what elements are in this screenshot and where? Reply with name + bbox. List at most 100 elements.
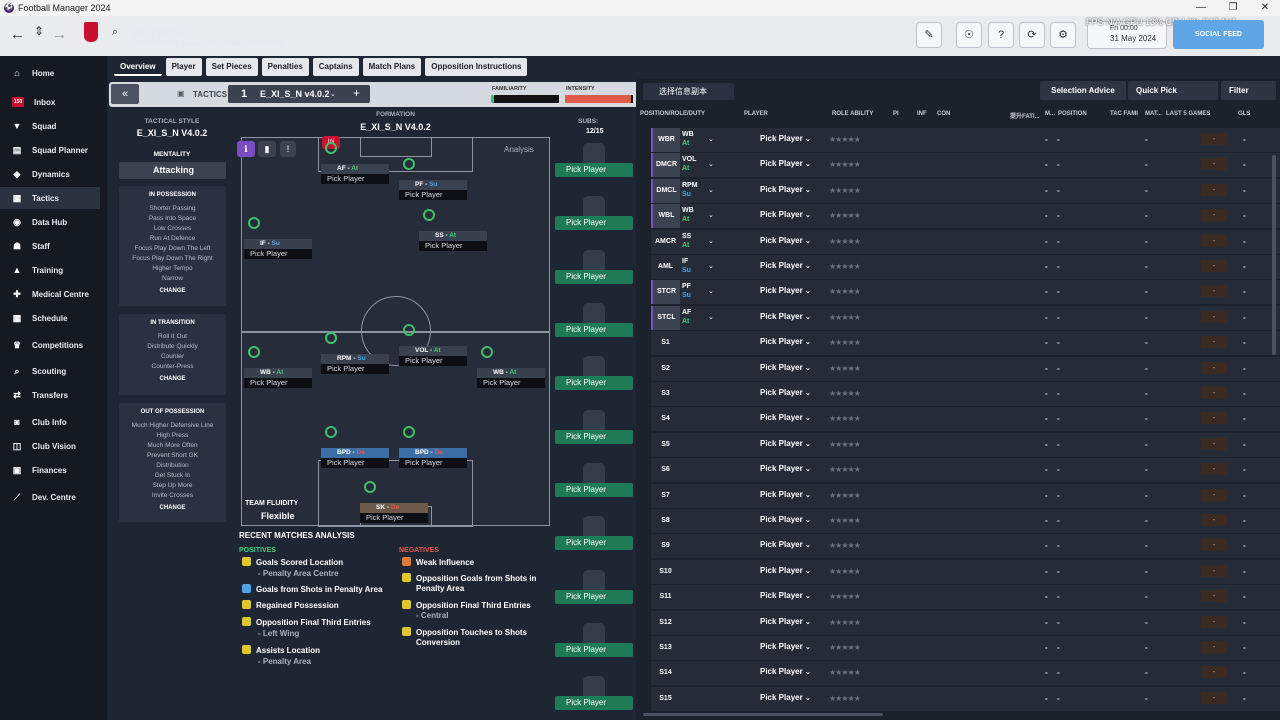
formation-name[interactable]: E_XI_S_N V4.0.2 [241,122,550,132]
sidebar-item-inbox[interactable]: 150 Inbox [0,91,100,113]
help-icon[interactable]: ? [988,22,1014,48]
column-header[interactable]: POSITION/ROLE/DUTY [640,111,705,117]
pick-player-select[interactable]: Pick Player [477,378,545,388]
tab-match-plans[interactable]: Match Plans [362,58,422,76]
sub-pick-player-select[interactable]: Pick Player [555,483,633,497]
analysis-link[interactable]: Analysis [504,145,534,154]
sidebar-item-club-vision[interactable]: ◫ Club Vision [0,435,100,457]
change-button[interactable]: CHANGE [119,505,226,511]
sidebar-item-dev-centre[interactable]: ⟋ Dev. Centre [0,486,100,508]
pick-player-select[interactable]: Pick Player ⌄ [760,667,811,676]
column-header[interactable]: ROLE ABILITY [832,111,873,117]
sidebar-item-transfers[interactable]: ⇄ Transfers [0,384,100,406]
pick-player-select[interactable]: Pick Player ⌄ [760,490,811,499]
search-icon[interactable]: ⌕ [112,26,118,39]
player-info-icon[interactable]: ℹ [237,141,255,157]
role-duty[interactable]: PF Su [682,282,691,300]
selection-row[interactable]: S8 Pick Player ⌄ ★★★★★ - - - - - [651,509,1280,533]
pick-player-select[interactable]: Pick Player [244,378,312,388]
selection-row[interactable]: WBL WB At ⌄ Pick Player ⌄ ★★★★★ - - - - - [651,204,1280,229]
forward-arrow-icon[interactable]: → [52,26,67,43]
column-header[interactable]: M... [1045,111,1055,117]
role-chevron-icon[interactable]: ⌄ [708,287,714,295]
tactic-dropdown-chevron-icon[interactable]: ⌄ [330,90,336,98]
selection-row[interactable]: STCL AF At ⌄ Pick Player ⌄ ★★★★★ - - - - - [651,305,1280,330]
sidebar-item-finances[interactable]: ▣ Finances [0,459,100,481]
pick-player-select[interactable]: Pick Player [321,174,389,184]
pick-player-select[interactable]: Pick Player ⌄ [760,312,811,321]
position-wb-left[interactable]: WB - At Pick Player [244,346,312,388]
column-header[interactable]: PI [893,111,899,117]
negative-item[interactable]: Opposition Goals from Shots in [402,573,536,583]
column-header[interactable]: CON [937,111,950,117]
pick-player-select[interactable]: Pick Player ⌄ [760,413,811,422]
sub-pick-player-select[interactable]: Pick Player [555,376,633,390]
sidebar-item-staff[interactable]: ☗ Staff [0,235,100,257]
sub-pick-player-select[interactable]: Pick Player [555,270,633,284]
edit-pen-icon[interactable]: ✎ [916,22,942,48]
sidebar-item-scouting[interactable]: ⌕ Scouting [0,360,100,382]
sidebar-item-training[interactable]: ▲ Training [0,259,100,281]
pick-player-select[interactable]: Pick Player ⌄ [760,515,811,524]
tab-player[interactable]: Player [165,58,202,76]
role-duty[interactable]: VOL At [682,155,696,173]
sidebar-item-competitions[interactable]: ♛ Competitions [0,334,100,356]
column-header[interactable]: MAT... [1145,111,1162,117]
sidebar-item-club-info[interactable]: ◙ Club Info [0,411,100,433]
pick-player-select[interactable]: Pick Player ⌄ [760,337,811,346]
refresh-icon[interactable]: ⟳ [1019,22,1045,48]
mentality-dropdown[interactable]: Attacking [119,162,226,179]
selection-row[interactable]: S6 Pick Player ⌄ ★★★★★ - - - - - [651,458,1280,483]
selection-row[interactable]: S1 Pick Player ⌄ ★★★★★ - - - - - [651,331,1280,356]
role-chevron-icon[interactable]: ⌄ [708,135,714,143]
selection-row[interactable]: STCR PF Su ⌄ Pick Player ⌄ ★★★★★ - - - - - [651,280,1280,305]
out-of-possession-panel[interactable]: OUT OF POSSESSION Much Higher Defensive … [119,403,226,522]
selection-row[interactable]: S2 Pick Player ⌄ ★★★★★ - - - - - [651,356,1280,381]
pick-player-select[interactable]: Pick Player ⌄ [760,439,811,448]
positive-item[interactable]: Goals Scored Location [242,557,343,567]
view-selector[interactable]: 选择信息副本 [643,83,734,100]
selection-row[interactable]: S12 Pick Player ⌄ ★★★★★ - - - - - [651,610,1280,635]
role-duty[interactable]: IF Su [682,257,691,275]
selection-row[interactable]: S13 Pick Player ⌄ ★★★★★ - - - - - [651,636,1280,660]
close-button[interactable]: ✕ [1250,0,1280,16]
column-header[interactable]: PLAYER [744,111,768,117]
positive-item[interactable]: Regained Possession [242,600,339,610]
pick-player-select[interactable]: Pick Player [321,364,389,374]
warning-icon[interactable]: ! [280,141,296,157]
sidebar-item-medical-centre[interactable]: ✚ Medical Centre [0,283,100,305]
sub-pick-player-select[interactable]: Pick Player [555,323,633,337]
role-chevron-icon[interactable]: ⌄ [708,186,714,194]
selection-row[interactable]: S5 Pick Player ⌄ ★★★★★ - - - - - [651,432,1280,457]
pick-player-select[interactable]: Pick Player [360,513,428,523]
pick-player-select[interactable]: Pick Player [399,458,467,468]
add-tactic-button[interactable]: + [353,86,360,100]
sidebar-item-squad[interactable]: ▼ Squad [0,115,100,137]
role-chevron-icon[interactable]: ⌄ [708,237,714,245]
selection-row[interactable]: DMCR VOL At ⌄ Pick Player ⌄ ★★★★★ - - - - - [651,153,1280,178]
back-arrow-icon[interactable]: ← [10,26,25,43]
column-header[interactable]: POSITION [1058,111,1087,117]
in-possession-panel[interactable]: IN POSSESSION Shorter Passing Pass Into … [119,186,226,306]
selection-row[interactable]: S9 Pick Player ⌄ ★★★★★ - - - - - [651,534,1280,559]
sub-pick-player-select[interactable]: Pick Player [555,163,633,177]
vertical-scrollbar[interactable] [1272,155,1276,355]
change-button[interactable]: CHANGE [119,288,226,294]
minimize-button[interactable]: — [1186,0,1216,16]
position-wb-right[interactable]: WB - At Pick Player [477,346,545,388]
role-chevron-icon[interactable]: ⌄ [708,211,714,219]
selection-row[interactable]: DMCL RPM Su ⌄ Pick Player ⌄ ★★★★★ - - - - - [651,178,1280,203]
role-chevron-icon[interactable]: ⌄ [708,313,714,321]
role-chevron-icon[interactable]: ⌄ [708,160,714,168]
pick-player-select[interactable]: Pick Player ⌄ [760,286,811,295]
selection-row[interactable]: AML IF Su ⌄ Pick Player ⌄ ★★★★★ - - - - - [651,255,1280,279]
brain-icon[interactable]: ☉ [956,22,982,48]
negative-item[interactable]: Opposition Touches to Shots [402,627,527,637]
column-header[interactable]: TAC FAMI [1110,111,1138,117]
position-sk[interactable]: SK - De Pick Player [360,481,428,523]
selection-row[interactable]: S7 Pick Player ⌄ ★★★★★ - - - - - [651,483,1280,508]
collapse-left-icon[interactable]: « [111,84,139,104]
pick-player-select[interactable]: Pick Player ⌄ [760,388,811,397]
column-header[interactable]: 提升FATI... [1010,111,1040,120]
sub-pick-player-select[interactable]: Pick Player [555,590,633,604]
